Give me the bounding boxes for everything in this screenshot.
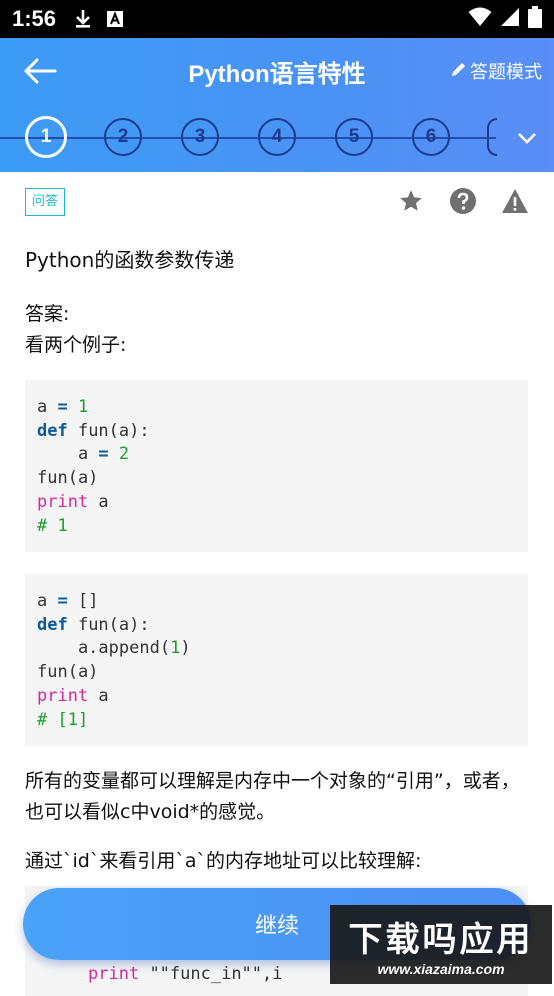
status-time: 1:56 [12, 6, 57, 31]
chevron-down-icon[interactable] [514, 125, 540, 151]
watermark-line-1: 下载吗应用 [348, 920, 534, 960]
code-token: print [37, 685, 89, 706]
question-progress: 1 2 3 4 5 6 [0, 103, 554, 172]
warning-icon[interactable] [500, 186, 530, 216]
step-2[interactable]: 2 [104, 118, 142, 156]
code-token: [] [77, 591, 99, 611]
code-token: 1 [170, 638, 181, 659]
code-token: a [98, 491, 109, 512]
status-bar: 1:56 [0, 0, 554, 38]
pencil-icon [450, 60, 468, 83]
battery-icon [528, 6, 542, 32]
step-3[interactable]: 3 [181, 118, 219, 156]
answer-mode-button[interactable]: 答题模式 [450, 58, 542, 84]
step-6[interactable]: 6 [412, 118, 450, 156]
answer-paragraph-2: 通过`id`来看引用`a`的内存地址可以比较理解: [25, 850, 422, 872]
answer-paragraph-1: 所有的变量都可以理解是内存中一个对象的“引用”，或者，也可以看似c中void*的… [25, 770, 520, 823]
step-4[interactable]: 4 [258, 118, 296, 156]
question-type-tag: 问答 [25, 188, 66, 216]
code-token: def [37, 614, 68, 635]
code-token: # [1] [37, 709, 89, 730]
wifi-icon [468, 7, 492, 31]
code-block-2: a = [] def fun(a): a.append(1) fun(a) pr… [25, 574, 528, 746]
question-actions [396, 186, 530, 216]
step-7-partial[interactable] [487, 118, 497, 156]
download-icon [74, 9, 92, 29]
code-token: print [37, 491, 89, 512]
code3-rest: ""func_in"",i [149, 964, 283, 984]
code-token: ) [180, 638, 191, 659]
step-1[interactable]: 1 [25, 116, 67, 158]
code-token: # 1 [37, 515, 68, 536]
question-title: Python的函数参数传递 [25, 248, 235, 272]
code-token: def [37, 420, 68, 441]
code-block-3-line: print ""func_in"",i [88, 964, 283, 984]
watermark-logo: 下载吗应用 www.xiazaima.com [330, 905, 552, 984]
code-token: fun(a) [37, 468, 99, 489]
code-token: a [98, 685, 109, 706]
font-a-icon [106, 10, 124, 28]
code-token: 1 [77, 397, 89, 417]
help-icon[interactable] [448, 186, 478, 216]
code-token: 2 [118, 444, 130, 465]
answer-label: 答案: [25, 303, 70, 325]
step-5[interactable]: 5 [335, 118, 373, 156]
watermark-line-2: www.xiazaima.com [377, 961, 505, 977]
code-token: a [37, 591, 58, 611]
code-token: fun(a) [37, 662, 99, 683]
app-bar: Python语言特性 答题模式 [0, 38, 554, 103]
signal-icon [500, 7, 520, 31]
answer-mode-label: 答题模式 [470, 62, 542, 83]
code3-keyword: print [88, 964, 140, 984]
code-token: = [98, 444, 109, 465]
code-block-1: a = 1 def fun(a): a = 2 fun(a) print a #… [25, 380, 528, 552]
star-icon[interactable] [396, 186, 426, 216]
answer-intro: 看两个例子: [25, 334, 127, 356]
code-token: a [37, 397, 58, 417]
code-token: = [57, 591, 68, 611]
code-token: = [57, 397, 68, 417]
